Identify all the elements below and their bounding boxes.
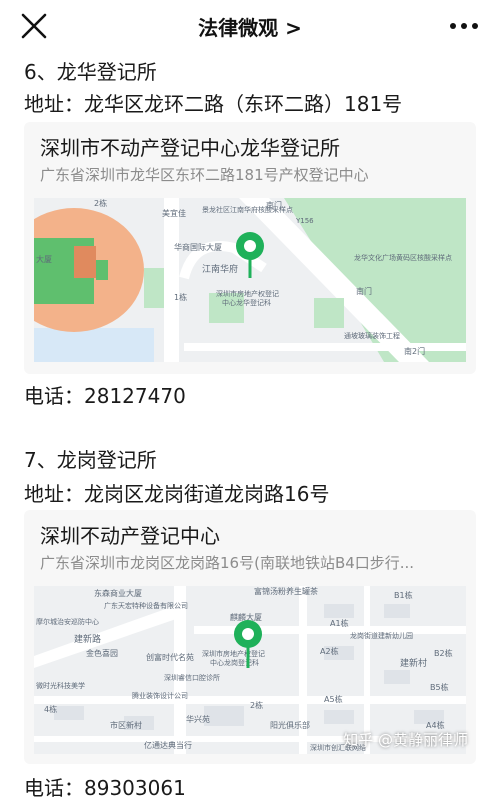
map-label: Y156 — [295, 217, 314, 225]
map-label: 广东天宏特种设备有限公司 — [104, 601, 188, 610]
map-label: 建新路 — [74, 633, 101, 645]
map-label: 深圳睿信口腔诊所 — [164, 673, 220, 682]
map-label: 1栋 — [174, 292, 187, 302]
map-preview-longhua[interactable]: 2栋 美宜佳 景龙社区江南华府核酸采样点 南门 Y156 华商国际大厦 江南华府… — [34, 198, 466, 362]
section7-address: 地址：龙岗区龙岗街道龙岗路16号 — [24, 482, 330, 506]
location-card-longhua[interactable]: 深圳市不动产登记中心龙华登记所 广东省深圳市龙华区东环二路181号产权登记中心 … — [24, 122, 476, 374]
location-card-longgang[interactable]: 深圳不动产登记中心 广东省深圳市龙岗区龙岗路16号(南联地铁站B4口步行... … — [24, 510, 476, 764]
map-label: 大厦 — [36, 254, 52, 264]
more-dots-icon — [450, 23, 478, 29]
map-label: 南2门 — [404, 346, 425, 356]
map-label: 2栋 — [250, 700, 263, 710]
map-label: 南门 — [266, 200, 282, 210]
card-title: 深圳市不动产登记中心龙华登记所 — [40, 136, 340, 160]
map-label: A2栋 — [320, 646, 339, 656]
map-label: 金色喜园 — [86, 648, 118, 658]
map-label: B2栋 — [434, 648, 453, 658]
zhihu-watermark: 知乎 @黄静丽律师 — [343, 731, 468, 749]
map-label: 阳光俱乐部 — [270, 720, 310, 730]
map-label: 市区新村 — [110, 720, 142, 730]
map-label: A5栋 — [324, 694, 343, 704]
map-label: 深圳市房地产权登记 — [202, 649, 265, 658]
map-label: 深圳市房地产权登记 — [216, 289, 279, 298]
map-label: 2栋 — [94, 198, 107, 208]
section7-phone: 电话：89303061 — [24, 776, 186, 800]
map-label: 通坡玻璃装饰工程 — [344, 331, 400, 340]
map-label: 4栋 — [44, 704, 57, 714]
map-label: 龙华文化广场黄码区核酸采样点 — [354, 253, 452, 262]
top-nav-bar: 法律微观 > — [0, 0, 500, 52]
nav-title[interactable]: 法律微观 > — [0, 12, 500, 41]
map-label: 美宜佳 — [162, 208, 186, 218]
map-label: 江南华府 — [202, 263, 238, 275]
map-label: 腾业装饰设计公司 — [132, 691, 188, 700]
section6-phone: 电话：28127470 — [24, 384, 186, 408]
map-label: 亿通达典当行 — [144, 740, 192, 750]
map-label: 龙岗街道建新幼儿园 — [350, 631, 413, 640]
map-label: 中心龙岗登记科 — [210, 658, 259, 667]
map-label: 东森商业大厦 — [94, 588, 142, 598]
card-address: 广东省深圳市龙华区东环二路181号产权登记中心 — [40, 166, 369, 184]
more-button[interactable] — [446, 14, 482, 38]
map-label: 华商国际大厦 — [174, 242, 222, 252]
map-label: A1栋 — [330, 618, 349, 628]
map-label: 富锦汤粉养生罐茶 — [254, 586, 318, 596]
map-label: B5栋 — [430, 682, 449, 692]
map-label: B1栋 — [394, 590, 413, 600]
card-address: 广东省深圳市龙岗区龙岗路16号(南联地铁站B4口步行... — [40, 554, 415, 572]
section6-heading: 6、龙华登记所 — [24, 60, 157, 84]
section7-heading: 7、龙岗登记所 — [24, 448, 157, 472]
section6-address: 地址：龙华区龙环二路（东环二路）181号 — [24, 92, 403, 116]
map-label: 建新村 — [400, 657, 427, 669]
map-label: 华兴苑 — [186, 714, 210, 724]
card-title: 深圳不动产登记中心 — [40, 524, 220, 548]
map-label: 摩尔城治安巡防中心 — [36, 617, 99, 626]
map-label: 南门 — [356, 286, 372, 296]
map-label: 微时光科技美学 — [36, 681, 85, 690]
map-label: 中心龙华登记科 — [222, 298, 271, 307]
map-label: 创富时代名苑 — [146, 652, 194, 662]
